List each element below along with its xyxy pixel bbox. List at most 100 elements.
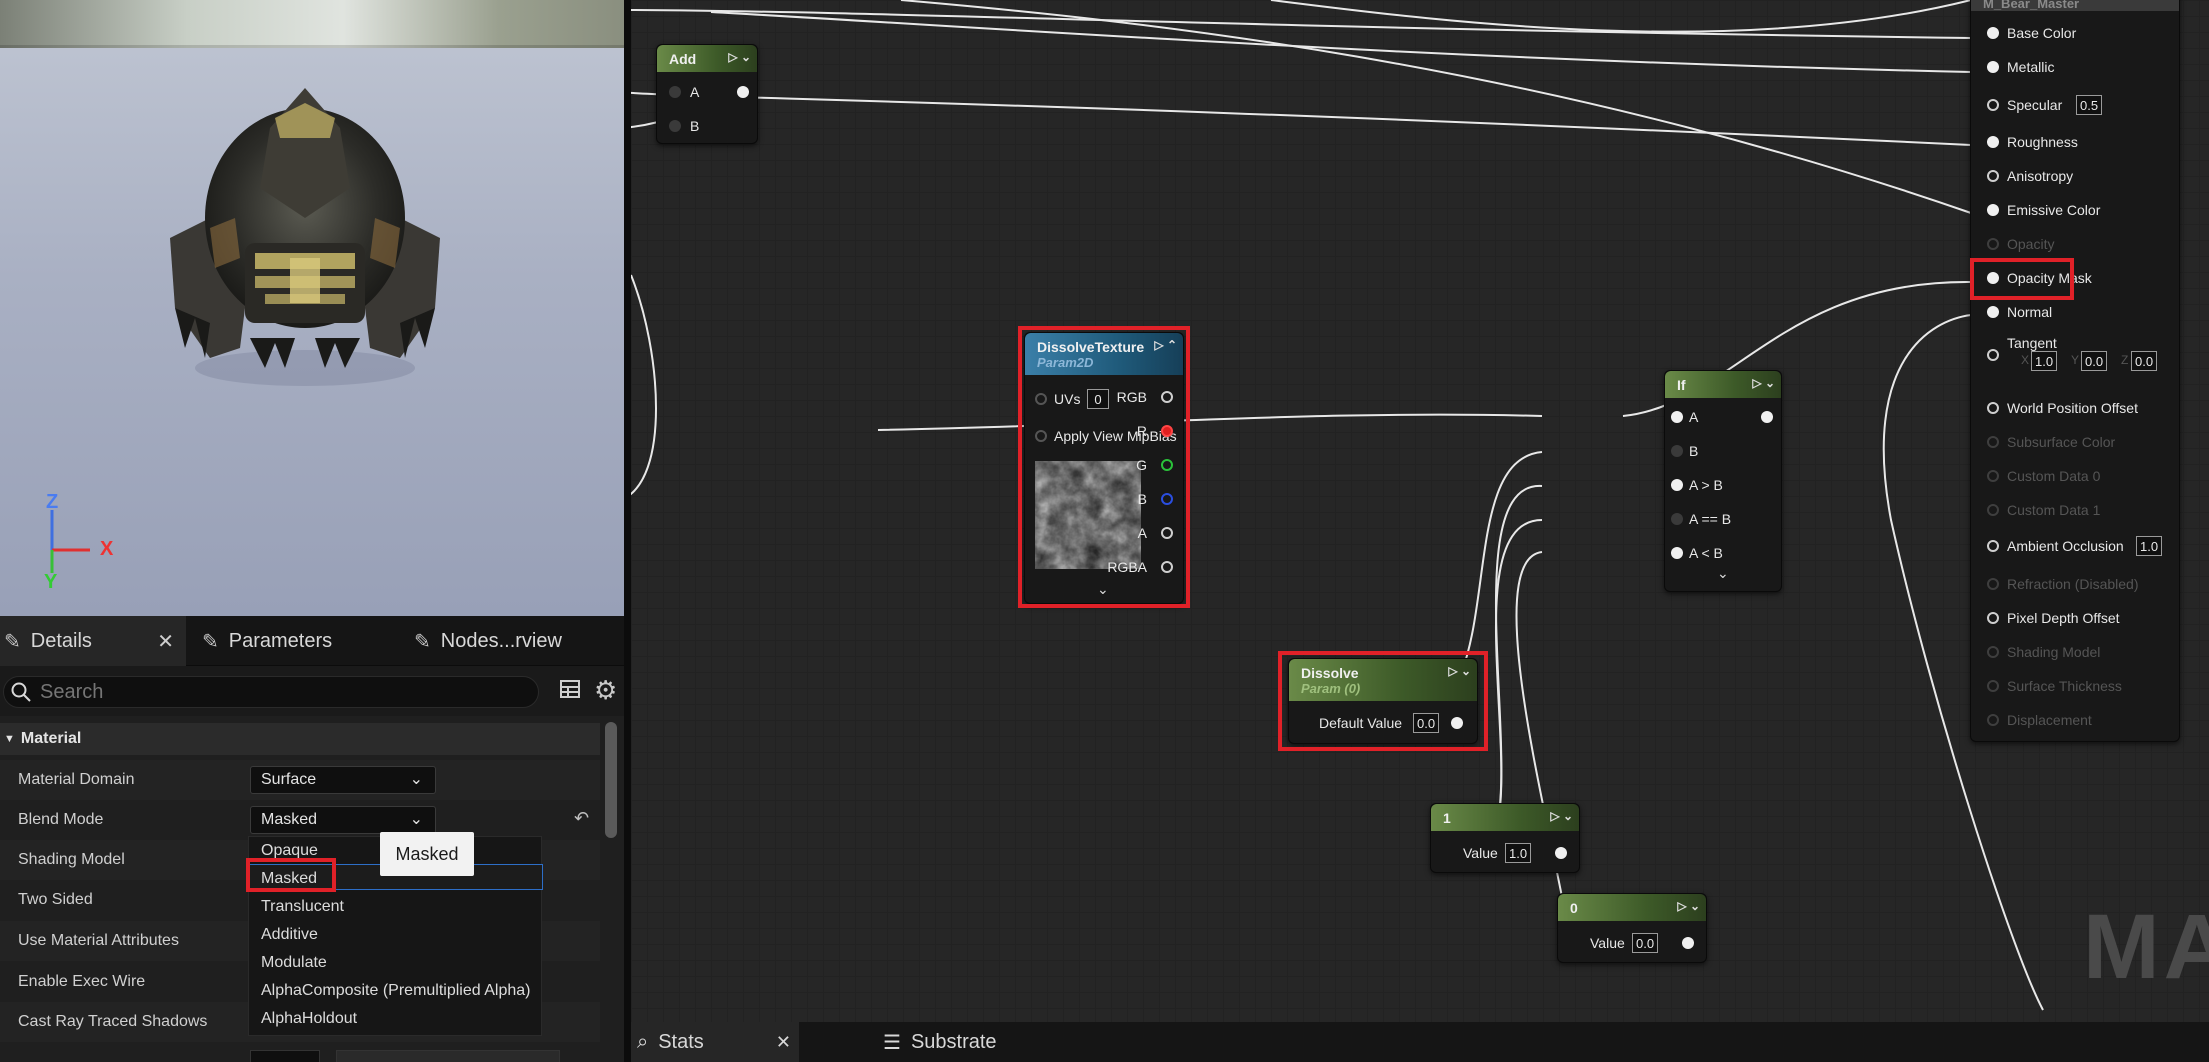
material-graph-canvas[interactable]: MAT Add ▷ ⌄ A B DissolveTexture Param2D … [631, 0, 2209, 1022]
panel-splitter[interactable] [624, 0, 631, 1062]
value-field[interactable]: 0.0 [1632, 933, 1659, 953]
input-pin-a-greater-b[interactable] [1671, 479, 1683, 491]
node-header[interactable]: 0 ▷ ⌄ [1558, 894, 1706, 921]
input-pin-base-color[interactable] [1987, 27, 1999, 39]
close-icon[interactable]: ✕ [776, 1032, 791, 1053]
property-label: Material Domain [18, 771, 135, 788]
pin-label: B [690, 118, 700, 134]
value-field[interactable]: 1.0 [1505, 843, 1532, 863]
option-alphacomposite[interactable]: AlphaComposite (Premultiplied Alpha) [261, 982, 530, 1000]
input-pin-a-less-b[interactable] [1671, 547, 1683, 559]
input-pin-anisotropy[interactable] [1987, 170, 1999, 182]
close-icon[interactable]: ✕ [157, 629, 174, 654]
input-pin-b[interactable] [669, 120, 681, 132]
input-pin-roughness[interactable] [1987, 136, 1999, 148]
constant-1-node[interactable]: 1 ▷ ⌄ Value 1.0 [1430, 803, 1580, 873]
pin-label: B [1689, 443, 1699, 459]
stats-icon: ⌕ [637, 1030, 649, 1053]
node-header[interactable]: Add ▷ ⌄ [657, 45, 757, 72]
if-node[interactable]: If ▷ ⌄ A B A > B A == B A < B ⌄ [1664, 370, 1782, 592]
add-node[interactable]: Add ▷ ⌄ A B [656, 44, 758, 144]
input-pin-metallic[interactable] [1987, 61, 1999, 73]
input-pin-displacement[interactable] [1987, 714, 1999, 726]
pencil-icon: ✎ [4, 630, 21, 653]
input-pin-a[interactable] [669, 86, 681, 98]
gear-icon[interactable]: ⚙ [594, 675, 617, 706]
category-material-header[interactable]: ▼ Material [0, 723, 600, 755]
input-pin-specular[interactable] [1987, 99, 1999, 111]
input-pin-custom-data-0[interactable] [1987, 470, 1999, 482]
input-pin-tangent[interactable] [1987, 349, 1999, 361]
material-domain-dropdown[interactable]: Surface ⌄ [250, 766, 436, 794]
pin-label: Opacity [2007, 236, 2055, 252]
input-pin-world-position-offset[interactable] [1987, 402, 1999, 414]
expand-chevron-icon[interactable]: ⌄ [1717, 565, 1729, 582]
input-pin-custom-data-1[interactable] [1987, 504, 1999, 516]
tab-stats[interactable]: ⌕ Stats ✕ [631, 1022, 799, 1062]
tangent-y-field[interactable]: 0.0 [2081, 351, 2108, 371]
search-input[interactable] [40, 680, 520, 704]
blend-mode-dropdown[interactable]: Masked ⌄ [250, 806, 436, 834]
search-box[interactable] [3, 676, 539, 708]
reset-to-default-icon[interactable]: ↶ [574, 808, 589, 829]
node-header-icons[interactable]: ▷ ⌄ [1550, 809, 1573, 823]
details-search-row: ⚙ [0, 666, 624, 716]
preview-viewport[interactable]: Z X Y [0, 0, 624, 616]
tangent-x-field[interactable]: 1.0 [2031, 351, 2058, 371]
property-label: Shading Model [18, 851, 125, 868]
input-pin-normal[interactable] [1987, 306, 1999, 318]
tangent-axis-label: Z [2121, 353, 2129, 367]
input-pin-b[interactable] [1671, 445, 1683, 457]
constant-0-node[interactable]: 0 ▷ ⌄ Value 0.0 [1557, 893, 1707, 963]
node-title: Add [669, 50, 697, 67]
node-header[interactable]: M_Bear_Master [1971, 0, 2179, 11]
input-pin-shading-model[interactable] [1987, 646, 1999, 658]
input-pin-ambient-occlusion[interactable] [1987, 540, 1999, 552]
input-pin-opacity[interactable] [1987, 238, 1999, 250]
pin-label: Tangent [2007, 335, 2057, 351]
viewport-background-strip [0, 0, 624, 48]
tangent-z-field[interactable]: 0.0 [2131, 351, 2158, 371]
pin-label: World Position Offset [2007, 400, 2138, 416]
node-title: If [1677, 376, 1686, 393]
node-header[interactable]: 1 ▷ ⌄ [1431, 804, 1579, 831]
input-pin-subsurface-color[interactable] [1987, 436, 1999, 448]
table-view-icon[interactable] [559, 678, 581, 700]
input-pin-surface-thickness[interactable] [1987, 680, 1999, 692]
node-header-icons[interactable]: ▷ ⌄ [1752, 376, 1775, 390]
output-pin[interactable] [1682, 937, 1694, 949]
input-pin-refraction-disabled[interactable] [1987, 578, 1999, 590]
axis-x-label: X [100, 538, 114, 560]
details-scrollbar[interactable] [605, 722, 617, 838]
node-title: M_Bear_Master [1983, 0, 2080, 11]
chevron-down-icon: ⌄ [409, 771, 423, 788]
specular-value-field[interactable]: 0.5 [2076, 95, 2103, 115]
node-header-icons[interactable]: ▷ ⌄ [728, 50, 751, 64]
tab-details[interactable]: ✎ Details ✕ [0, 616, 186, 666]
output-pin[interactable] [1761, 411, 1773, 423]
option-translucent[interactable]: Translucent [261, 898, 344, 916]
partial-field[interactable] [336, 1050, 560, 1062]
material-domain-value: Surface [261, 771, 317, 788]
property-label: Two Sided [18, 891, 93, 908]
tab-substrate[interactable]: ☰ Substrate [883, 1022, 997, 1062]
output-pin[interactable] [737, 86, 749, 98]
tab-nodes-overview[interactable]: ✎ Nodes...rview [414, 616, 614, 666]
tab-stats-label: Stats [658, 1030, 704, 1053]
category-label: Material [20, 730, 82, 747]
input-pin-a-equals-b[interactable] [1671, 513, 1683, 525]
partial-field[interactable] [250, 1050, 320, 1062]
tab-parameters[interactable]: ✎ Parameters [202, 616, 382, 666]
node-header[interactable]: If ▷ ⌄ [1665, 371, 1781, 398]
option-modulate[interactable]: Modulate [261, 954, 327, 972]
output-pin[interactable] [1555, 847, 1567, 859]
input-pin-a[interactable] [1671, 411, 1683, 423]
pin-label: Anisotropy [2007, 168, 2074, 184]
option-additive[interactable]: Additive [261, 926, 318, 944]
input-pin-pixel-depth-offset[interactable] [1987, 612, 1999, 624]
material-output-node[interactable]: M_Bear_Master Base Color Metallic Specular… [1970, 0, 2180, 742]
ambient-occlusion-value-field[interactable]: 1.0 [2136, 536, 2163, 556]
input-pin-emissive-color[interactable] [1987, 204, 1999, 216]
node-header-icons[interactable]: ▷ ⌄ [1677, 899, 1700, 913]
option-alphaholdout[interactable]: AlphaHoldout [261, 1010, 357, 1028]
